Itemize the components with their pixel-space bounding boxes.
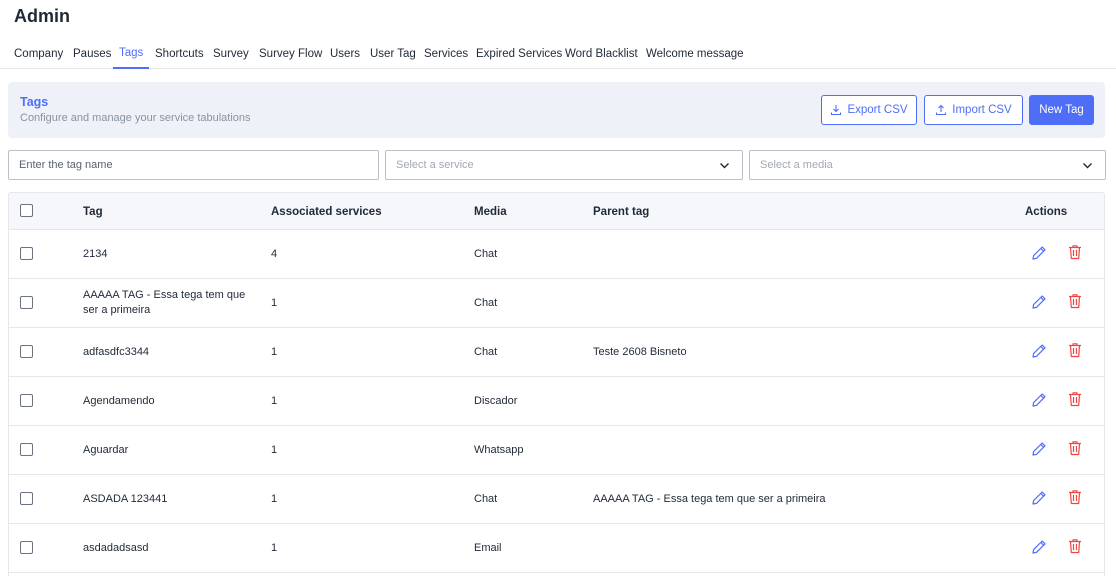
row-checkbox[interactable] — [20, 247, 33, 260]
pencil-icon[interactable] — [1030, 440, 1048, 458]
pencil-icon[interactable] — [1030, 391, 1048, 409]
trash-icon[interactable] — [1066, 341, 1084, 359]
tab-survey-flow[interactable]: Survey Flow — [259, 38, 322, 69]
tab-survey[interactable]: Survey — [213, 38, 249, 69]
export-csv-button[interactable]: Export CSV — [821, 95, 917, 125]
import-csv-label: Import CSV — [952, 104, 1012, 116]
trash-icon[interactable] — [1066, 243, 1084, 261]
associated-services-cell: 1 — [271, 345, 278, 358]
row-checkbox[interactable] — [20, 443, 33, 456]
section-title: Tags — [20, 95, 49, 109]
column-header-services[interactable]: Associated services — [271, 193, 382, 230]
tag-name-cell: ASDADA 123441 — [83, 492, 168, 505]
service-select[interactable]: Select a service — [385, 150, 743, 180]
trash-icon[interactable] — [1066, 292, 1084, 310]
section-subtitle: Configure and manage your service tabula… — [20, 112, 251, 124]
parent-tag-cell: Teste 2608 Bisneto — [593, 345, 687, 358]
tag-name-cell: adfasdfc3344 — [83, 345, 150, 358]
media-cell: Chat — [474, 247, 498, 260]
associated-services-cell: 1 — [271, 394, 278, 407]
tag-name-input[interactable] — [19, 159, 378, 171]
associated-services-cell: 4 — [271, 247, 278, 260]
tag-name-filter[interactable] — [8, 150, 379, 180]
table-row[interactable]: adfasdfc3344 1 Chat Teste 2608 Bisneto — [9, 328, 1104, 377]
chevron-down-icon — [1083, 163, 1092, 169]
tag-name-cell: Aguardar — [83, 443, 129, 456]
tag-name-cell: 2134 — [83, 247, 108, 260]
column-header-actions: Actions — [1025, 205, 1068, 218]
table-header: Tag Associated services Media Parent tag… — [9, 193, 1104, 230]
associated-services-cell: 1 — [271, 443, 278, 456]
tab-services[interactable]: Services — [424, 38, 468, 69]
media-cell: Chat — [474, 492, 498, 505]
row-checkbox[interactable] — [20, 296, 33, 309]
page-title: Admin — [14, 6, 70, 26]
pencil-icon[interactable] — [1030, 489, 1048, 507]
table-row[interactable]: Aguardar 1 Whatsapp — [9, 426, 1104, 475]
trash-icon[interactable] — [1066, 537, 1084, 555]
media-cell: Discador — [474, 394, 518, 407]
trash-icon[interactable] — [1066, 439, 1084, 457]
download-icon — [831, 105, 842, 116]
tag-name-cell: AAAAA TAG - Essa tega tem que ser a prim… — [83, 289, 246, 316]
tab-shortcuts[interactable]: Shortcuts — [155, 38, 204, 69]
import-csv-button[interactable]: Import CSV — [924, 95, 1023, 125]
table-row[interactable]: AAAAA TAG - Essa tega tem que ser a prim… — [9, 279, 1104, 328]
pencil-icon[interactable] — [1030, 342, 1048, 360]
chevron-down-icon — [720, 163, 729, 169]
tag-name-cell: asdadadsasd — [83, 541, 149, 554]
media-cell: Email — [474, 541, 502, 554]
export-csv-label: Export CSV — [847, 104, 908, 116]
row-checkbox[interactable] — [20, 345, 33, 358]
row-checkbox[interactable] — [20, 541, 33, 554]
associated-services-cell: 1 — [271, 296, 278, 309]
new-tag-button[interactable]: New Tag — [1029, 95, 1094, 125]
row-checkbox[interactable] — [20, 492, 33, 505]
pencil-icon[interactable] — [1030, 244, 1048, 262]
tag-name-cell: Agendamendo — [83, 394, 155, 407]
tab-pauses[interactable]: Pauses — [73, 38, 111, 69]
associated-services-cell: 1 — [271, 492, 278, 505]
tab-word-blacklist[interactable]: Word Blacklist — [565, 38, 638, 69]
upload-icon — [936, 104, 947, 116]
select-all-checkbox[interactable] — [20, 204, 33, 217]
tab-expired-services[interactable]: Expired Services — [476, 38, 562, 69]
tab-bar: Company Pauses Tags Shortcuts Survey Sur… — [0, 38, 1116, 69]
media-cell: Chat — [474, 296, 498, 309]
pencil-icon[interactable] — [1030, 293, 1048, 311]
table-row[interactable]: 2134 4 Chat — [9, 230, 1104, 279]
pencil-icon[interactable] — [1030, 538, 1048, 556]
media-cell: Whatsapp — [474, 443, 524, 456]
trash-icon[interactable] — [1066, 488, 1084, 506]
column-header-parent-tag[interactable]: Parent tag — [593, 193, 649, 230]
service-select-placeholder: Select a service — [396, 159, 474, 171]
table-row[interactable]: Agendamendo 1 Discador — [9, 377, 1104, 426]
column-header-tag[interactable]: Tag — [83, 193, 103, 230]
tags-table: Tag Associated services Media Parent tag… — [8, 192, 1105, 576]
media-select-placeholder: Select a media — [760, 159, 833, 171]
associated-services-cell: 1 — [271, 541, 278, 554]
trash-icon[interactable] — [1066, 390, 1084, 408]
media-select[interactable]: Select a media — [749, 150, 1106, 180]
column-header-media[interactable]: Media — [474, 193, 507, 230]
parent-tag-cell: AAAAA TAG - Essa tega tem que ser a prim… — [593, 492, 826, 505]
tab-tags[interactable]: Tags — [113, 38, 150, 69]
tab-welcome-message[interactable]: Welcome message — [646, 38, 744, 69]
table-row[interactable]: asdadadsasd 1 Email — [9, 524, 1104, 573]
media-cell: Chat — [474, 345, 498, 358]
tab-users[interactable]: Users — [330, 38, 360, 69]
tags-header-panel: Tags Configure and manage your service t… — [8, 82, 1105, 138]
row-checkbox[interactable] — [20, 394, 33, 407]
table-row[interactable]: ASDADA 123441 1 Chat AAAAA TAG - Essa tega … — [9, 475, 1104, 524]
tab-user-tag[interactable]: User Tag — [370, 38, 416, 69]
tab-company[interactable]: Company — [14, 38, 63, 69]
